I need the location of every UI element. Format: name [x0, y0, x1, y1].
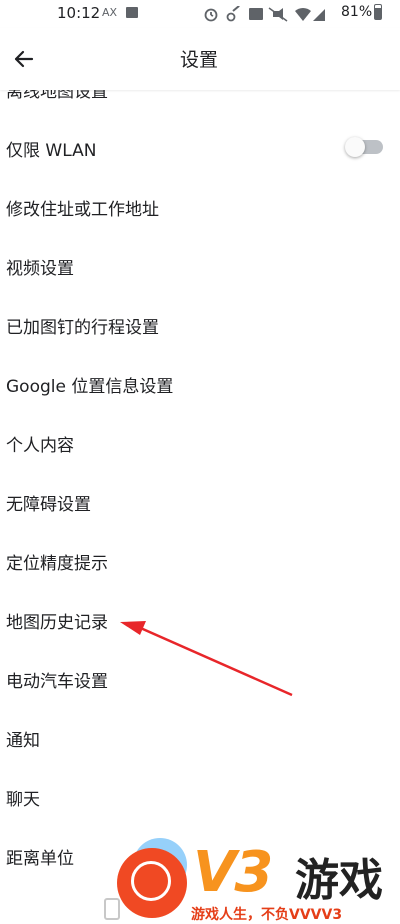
setting-label: 已加图钉的行程设置 — [6, 318, 159, 338]
key-icon — [226, 5, 240, 22]
setting-ev[interactable]: 电动汽车设置 — [0, 650, 400, 709]
setting-chat[interactable]: 聊天 — [0, 768, 400, 827]
setting-label: 视频设置 — [6, 259, 74, 279]
setting-label: 定位精度提示 — [6, 554, 108, 574]
watermark-brand: V3 — [193, 840, 273, 905]
status-indicator: AX — [102, 6, 118, 19]
setting-label: 仅限 WLAN — [6, 141, 97, 161]
mute-icon — [268, 7, 288, 22]
volte-icon — [249, 8, 263, 20]
image-icon — [126, 7, 138, 18]
setting-label: 距离单位 — [6, 849, 74, 869]
setting-label: 无障碍设置 — [6, 495, 91, 515]
arrow-left-icon — [14, 50, 34, 68]
app-bar: 设置 — [0, 28, 400, 90]
music-note-icon — [131, 861, 171, 901]
setting-google-location[interactable]: Google 位置信息设置 — [0, 355, 400, 414]
setting-personal-content[interactable]: 个人内容 — [0, 414, 400, 473]
watermark-logo: V3 游戏 游戏人生，不负VVVV3 — [105, 838, 400, 923]
setting-edit-home-work[interactable]: 修改住址或工作地址 — [0, 178, 400, 237]
setting-label: 聊天 — [6, 790, 40, 810]
wlan-only-toggle[interactable] — [345, 137, 383, 157]
alarm-icon — [204, 8, 218, 22]
setting-label: 个人内容 — [6, 436, 74, 456]
setting-maps-history[interactable]: 地图历史记录 — [0, 591, 400, 650]
setting-video[interactable]: 视频设置 — [0, 237, 400, 296]
setting-accessibility[interactable]: 无障碍设置 — [0, 473, 400, 532]
setting-label: 修改住址或工作地址 — [6, 200, 159, 220]
page-title: 设置 — [180, 49, 219, 71]
wifi-icon — [295, 7, 311, 22]
watermark-slogan: 游戏人生，不负VVVV3 — [191, 907, 343, 923]
back-button[interactable] — [10, 45, 38, 73]
setting-location-accuracy[interactable]: 定位精度提示 — [0, 532, 400, 591]
setting-wlan-only[interactable]: 仅限 WLAN — [0, 119, 400, 178]
status-icons — [203, 5, 327, 22]
setting-label: Google 位置信息设置 — [6, 377, 174, 397]
setting-label: 电动汽车设置 — [6, 672, 108, 692]
status-time: 10:12 — [57, 4, 101, 22]
status-bar: 10:12 AX 81% — [0, 0, 400, 28]
toggle-knob — [345, 137, 365, 157]
setting-notifications[interactable]: 通知 — [0, 709, 400, 768]
watermark-name: 游戏 — [295, 855, 383, 906]
battery-icon — [374, 4, 382, 20]
setting-pinned-trips[interactable]: 已加图钉的行程设置 — [0, 296, 400, 355]
signal-4g-icon — [313, 9, 325, 21]
battery-percent: 81% — [341, 4, 373, 20]
setting-label: 通知 — [6, 731, 40, 751]
setting-label: 地图历史记录 — [6, 613, 108, 633]
